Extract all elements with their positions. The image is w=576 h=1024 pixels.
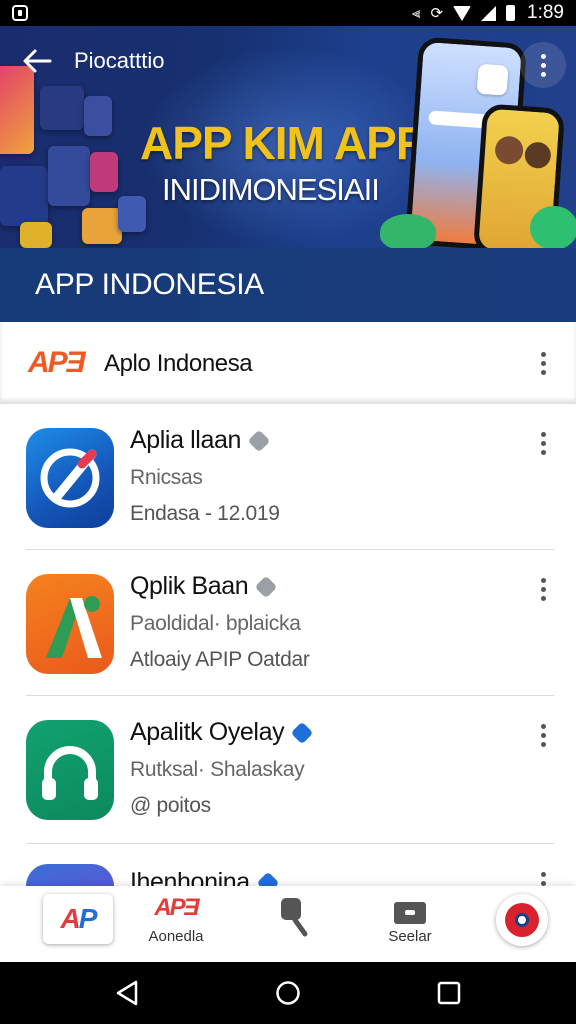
decorative-tile [90,152,118,192]
section-title: APP INDONESIA [35,268,264,301]
recents-icon[interactable] [436,980,462,1006]
decorative-tile [0,166,48,226]
nav-label: Aonedla [148,928,204,945]
back-arrow-icon[interactable] [20,46,54,76]
app-meta: Endasa - 12.019 [130,502,280,525]
row-more-icon[interactable] [535,720,552,751]
app-name: Apalitk Oyelay [130,718,314,747]
decorative-tile [20,222,52,248]
section-band: APP INDONESIA [0,248,576,322]
app-icon [26,720,114,820]
app-logo-small-icon: APƎ [154,894,199,921]
app-subtitle: Rutksal· Shalaskay [130,758,305,781]
more-vert-icon[interactable] [520,42,566,88]
app-subtitle: Rnicsas [130,466,203,489]
app-icon [26,428,114,528]
list-item[interactable]: Qplik Baan Paoldidal· bplaicka Atloaiy A… [0,550,576,696]
battery-icon [506,5,516,21]
decorative-tile [82,208,122,244]
nav-item-aonedla[interactable]: APƎ Aonedla [126,894,226,956]
hero-banner: Piocatttio APP KIM APR INIDIMONESIAII [0,26,576,248]
row-more-icon[interactable] [535,428,552,459]
header-more-icon[interactable] [535,348,552,379]
search-icon [281,898,308,937]
chat-icon [496,894,548,946]
app-subtitle: Paoldidal· bplaicka [130,612,301,635]
vibrate-icon: ⫷ [411,4,421,22]
bottom-navigation: AP APƎ Aonedla Seelar [0,886,576,962]
nav-label: Seelar [388,928,432,945]
app-name-text: Ihenhonina [130,868,250,886]
verified-badge-icon [256,871,280,886]
app-logo: APƎ [28,346,86,379]
row-more-icon[interactable] [535,574,552,605]
green-bubble-icon [530,206,576,248]
decorative-tile [0,66,34,154]
folder-icon [394,902,426,924]
decorative-tile [118,196,146,232]
hero-subheadline: INIDIMONESIAII [162,172,380,207]
verified-badge-icon [254,575,278,598]
list-item[interactable]: Aplia llaan Rnicsas Endasa - 12.019 [0,404,576,550]
app-icon [26,864,114,886]
list-item[interactable]: Ihenhonina [0,844,576,886]
phone-person-figure [523,141,552,170]
verified-badge-icon [247,429,271,452]
list-item[interactable]: Apalitk Oyelay Rutksal· Shalaskay @ poit… [0,696,576,844]
nav-item-search[interactable] [243,894,343,956]
notification-icon [12,5,28,21]
signal-icon [481,5,497,21]
green-bubble-icon [380,214,436,248]
sync-icon: ⟳ [430,4,444,22]
status-time: 1:89 [527,2,564,23]
status-bar: ⫷ ⟳ 1:89 [0,0,576,26]
hero-headline: APP KIM APR [140,117,429,169]
decorative-tile [84,96,112,136]
list-header-label: Aplo Indonesa [104,350,253,377]
app-logo-icon: AP [43,894,113,944]
app-name: Ihenhonina [130,868,280,886]
arrow-shape-icon [46,596,102,658]
app-name-text: Aplia llaan [130,426,241,454]
list-header[interactable]: APƎ Aplo Indonesa [0,322,576,404]
decorative-tile [40,86,84,130]
app-name-text: Apalitk Oyelay [130,718,285,746]
app-name: Aplia llaan [130,426,271,455]
decorative-tile [48,146,90,206]
compass-icon [40,448,100,508]
app-name-text: Qplik Baan [130,572,249,600]
home-icon[interactable] [275,980,301,1006]
phone-app-badge-icon [476,63,509,96]
wifi-icon [453,5,472,21]
system-navigation-bar [0,962,576,1024]
app-meta: @ poitos [130,794,211,817]
app-name: Qplik Baan [130,572,278,601]
nav-item-chat[interactable] [472,894,572,956]
verified-badge-icon [290,721,314,744]
app-icon [26,574,114,674]
back-icon[interactable] [114,980,140,1006]
nav-item-home[interactable]: AP [28,894,128,956]
hero-title: Piocatttio [74,48,165,73]
row-more-icon[interactable] [535,868,552,886]
nav-item-seelar[interactable]: Seelar [360,894,460,956]
app-meta: Atloaiy APIP Oatdar [130,648,310,671]
phone-person-figure [494,135,525,166]
headphones-icon [42,746,98,800]
